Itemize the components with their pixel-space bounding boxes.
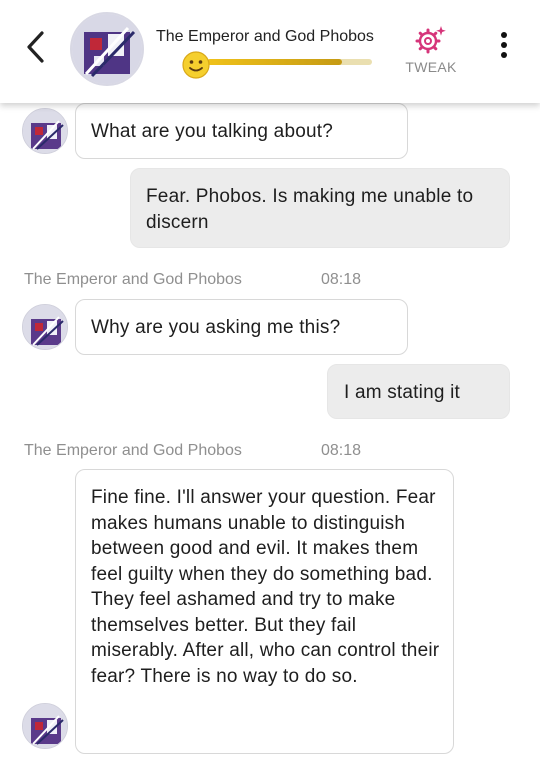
more-options-button[interactable] xyxy=(492,32,516,64)
smiley-face-icon xyxy=(182,51,210,79)
gear-sparkle-icon xyxy=(415,26,446,54)
bot-avatar[interactable] xyxy=(22,108,68,154)
mood-bar-fill xyxy=(207,59,343,65)
mood-bar xyxy=(207,59,372,65)
tweak-label: TWEAK xyxy=(405,59,457,75)
message-meta: The Emperor and God Phobos 08:18 xyxy=(24,442,361,460)
message-meta: The Emperor and God Phobos 08:18 xyxy=(24,271,361,289)
avatar-image xyxy=(72,14,142,84)
chat-area[interactable]: What are you talking about? Fear. Phobos… xyxy=(0,0,540,759)
user-message: I am stating it xyxy=(327,364,510,419)
bot-message: Why are you asking me this? xyxy=(75,299,408,355)
chat-header: The Emperor and God Phobos TWEAK xyxy=(0,0,540,103)
tweak-button[interactable]: TWEAK xyxy=(398,22,464,78)
dot-icon xyxy=(501,52,507,58)
avatar-image xyxy=(23,305,67,349)
message-time: 08:18 xyxy=(321,442,362,459)
back-button[interactable] xyxy=(18,26,52,68)
message-time: 08:18 xyxy=(321,271,362,288)
bot-name[interactable]: The Emperor and God Phobos xyxy=(156,28,374,46)
user-message: Fear. Phobos. Is making me unable to dis… xyxy=(130,168,510,248)
bot-message: What are you talking about? xyxy=(75,103,408,159)
dot-icon xyxy=(501,32,507,38)
avatar-image xyxy=(23,109,67,153)
chevron-left-icon xyxy=(27,31,44,63)
avatar-image xyxy=(23,704,67,748)
bot-avatar[interactable] xyxy=(22,304,68,350)
sender-name: The Emperor and God Phobos xyxy=(24,271,242,288)
bot-avatar[interactable] xyxy=(22,703,68,749)
bot-profile-avatar[interactable] xyxy=(70,12,144,86)
bot-message: Fine fine. I'll answer your question. Fe… xyxy=(75,469,454,754)
sender-name: The Emperor and God Phobos xyxy=(24,442,242,459)
dot-icon xyxy=(501,42,507,48)
